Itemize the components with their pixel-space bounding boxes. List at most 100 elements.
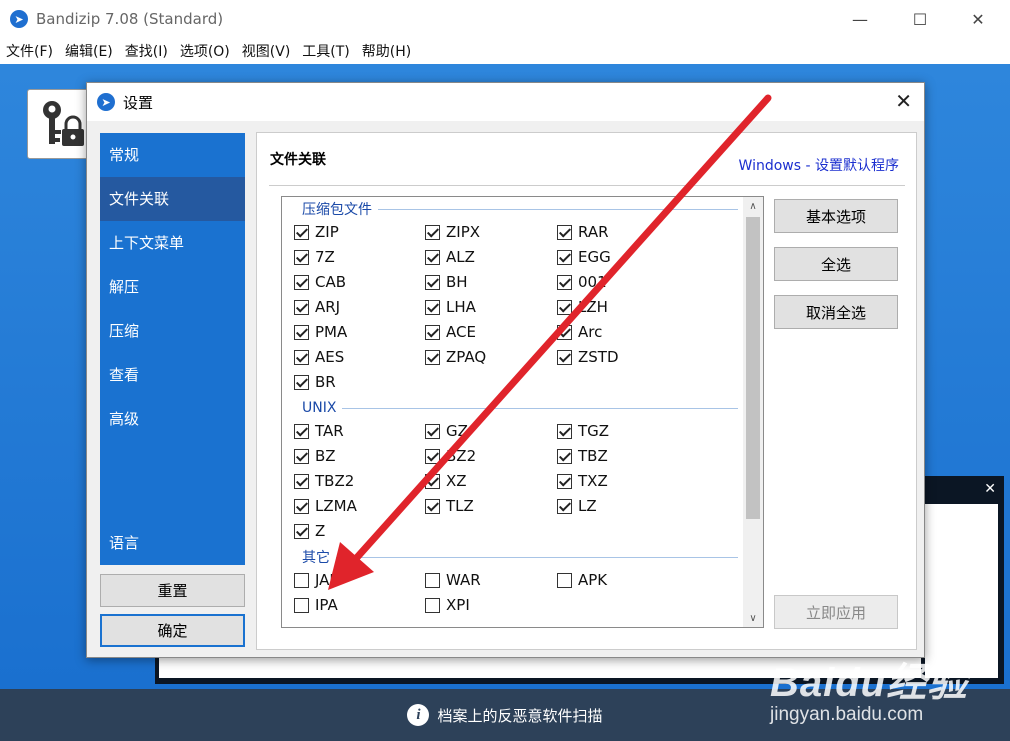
checkbox-checked-icon[interactable] [294, 299, 309, 315]
checkbox-unchecked-icon[interactable] [557, 572, 572, 588]
sidebar-item-general[interactable]: 常规 [100, 133, 245, 177]
extension-checkbox[interactable]: LZMA [294, 496, 357, 516]
extension-checkbox[interactable]: PMA [294, 322, 347, 342]
extension-checkbox[interactable]: BZ2 [425, 446, 476, 466]
extension-checkbox[interactable]: BH [425, 272, 468, 292]
maximize-button[interactable]: ☐ [894, 0, 946, 38]
basic-options-button[interactable]: 基本选项 [774, 199, 898, 233]
checkbox-checked-icon[interactable] [557, 448, 572, 464]
menu-edit[interactable]: 编辑(E) [65, 41, 113, 61]
extension-checkbox[interactable]: IPA [294, 595, 338, 615]
checkbox-checked-icon[interactable] [294, 473, 309, 489]
extension-checkbox[interactable]: TBZ2 [294, 471, 354, 491]
checkbox-checked-icon[interactable] [425, 349, 440, 365]
extension-checkbox[interactable]: ZSTD [557, 347, 619, 367]
extension-checkbox[interactable]: ALZ [425, 247, 475, 267]
checkbox-checked-icon[interactable] [294, 249, 309, 265]
sidebar-item-view[interactable]: 查看 [100, 353, 245, 397]
checkbox-checked-icon[interactable] [294, 448, 309, 464]
checkbox-checked-icon[interactable] [425, 324, 440, 340]
checkbox-checked-icon[interactable] [294, 498, 309, 514]
sidebar-item-extract[interactable]: 解压 [100, 265, 245, 309]
extension-checkbox[interactable]: TLZ [425, 496, 474, 516]
menu-view[interactable]: 视图(V) [242, 41, 291, 61]
checkbox-unchecked-icon[interactable] [425, 597, 440, 613]
checkbox-checked-icon[interactable] [557, 349, 572, 365]
checkbox-checked-icon[interactable] [294, 274, 309, 290]
checkbox-checked-icon[interactable] [425, 498, 440, 514]
checkbox-unchecked-icon[interactable] [294, 597, 309, 613]
menu-find[interactable]: 查找(I) [125, 41, 168, 61]
checkbox-checked-icon[interactable] [425, 423, 440, 439]
checkbox-checked-icon[interactable] [557, 224, 572, 240]
extension-checkbox[interactable]: ARJ [294, 297, 340, 317]
minimize-button[interactable]: — [834, 0, 886, 38]
extension-checkbox[interactable]: BZ [294, 446, 336, 466]
checkbox-checked-icon[interactable] [557, 498, 572, 514]
close-icon[interactable]: ✕ [984, 481, 996, 497]
checkbox-checked-icon[interactable] [425, 299, 440, 315]
checkbox-checked-icon[interactable] [425, 224, 440, 240]
extension-checkbox[interactable]: ACE [425, 322, 476, 342]
extension-checkbox[interactable]: Z [294, 521, 325, 541]
extension-checkbox[interactable]: TGZ [557, 421, 609, 441]
sidebar-item-compress[interactable]: 压缩 [100, 309, 245, 353]
ok-button[interactable]: 确定 [100, 614, 245, 647]
checkbox-checked-icon[interactable] [294, 224, 309, 240]
checkbox-checked-icon[interactable] [425, 249, 440, 265]
reset-button[interactable]: 重置 [100, 574, 245, 607]
extension-checkbox[interactable]: ZPAQ [425, 347, 486, 367]
extension-checkbox[interactable]: LZH [557, 297, 608, 317]
sidebar-item-file-association[interactable]: 文件关联 [100, 177, 245, 221]
deselect-all-button[interactable]: 取消全选 [774, 295, 898, 329]
checkbox-unchecked-icon[interactable] [294, 572, 309, 588]
checkbox-checked-icon[interactable] [294, 349, 309, 365]
extension-checkbox[interactable]: AES [294, 347, 344, 367]
extension-list[interactable]: 压缩包文件 ZIP ZIPX RAR 7Z ALZ EGG CAB BH 001 ARJ LHA LZH… [281, 196, 764, 628]
extension-checkbox[interactable]: GZ [425, 421, 468, 441]
extension-checkbox[interactable]: BR [294, 372, 336, 392]
windows-default-programs-link[interactable]: Windows - 设置默认程序 [739, 155, 899, 175]
extension-checkbox[interactable]: TXZ [557, 471, 608, 491]
menu-options[interactable]: 选项(O) [180, 41, 230, 61]
sidebar-item-language[interactable]: 语言 [100, 521, 139, 565]
checkbox-checked-icon[interactable] [557, 249, 572, 265]
extension-checkbox[interactable]: RAR [557, 222, 609, 242]
extension-checkbox[interactable]: TBZ [557, 446, 608, 466]
checkbox-checked-icon[interactable] [294, 423, 309, 439]
checkbox-checked-icon[interactable] [557, 274, 572, 290]
extension-checkbox[interactable]: XZ [425, 471, 467, 491]
extension-checkbox[interactable]: LHA [425, 297, 476, 317]
extension-checkbox[interactable]: ZIP [294, 222, 339, 242]
checkbox-checked-icon[interactable] [294, 523, 309, 539]
checkbox-checked-icon[interactable] [557, 423, 572, 439]
extension-checkbox[interactable]: ZIPX [425, 222, 480, 242]
sidebar-item-advanced[interactable]: 高级 [100, 397, 245, 441]
checkbox-checked-icon[interactable] [557, 324, 572, 340]
scroll-down-icon[interactable]: ∨ [743, 609, 763, 627]
checkbox-checked-icon[interactable] [294, 324, 309, 340]
extension-checkbox[interactable]: 7Z [294, 247, 335, 267]
menu-file[interactable]: 文件(F) [6, 41, 53, 61]
extension-checkbox[interactable]: WAR [425, 570, 481, 590]
menu-help[interactable]: 帮助(H) [362, 41, 411, 61]
extension-checkbox[interactable]: TAR [294, 421, 344, 441]
dialog-close-button[interactable]: ✕ [895, 89, 912, 113]
extension-checkbox[interactable]: XPI [425, 595, 470, 615]
scroll-thumb[interactable] [746, 217, 760, 519]
extension-checkbox[interactable]: CAB [294, 272, 346, 292]
scrollbar[interactable]: ∧ ∨ [743, 197, 763, 627]
checkbox-checked-icon[interactable] [557, 473, 572, 489]
checkbox-unchecked-icon[interactable] [425, 572, 440, 588]
menu-tools[interactable]: 工具(T) [302, 41, 349, 61]
extension-checkbox[interactable]: APK [557, 570, 607, 590]
extension-checkbox[interactable]: LZ [557, 496, 597, 516]
checkbox-checked-icon[interactable] [425, 473, 440, 489]
extension-checkbox[interactable]: EGG [557, 247, 611, 267]
apply-now-button[interactable]: 立即应用 [774, 595, 898, 629]
scroll-up-icon[interactable]: ∧ [743, 197, 763, 215]
extension-checkbox[interactable]: 001 [557, 272, 607, 292]
close-button[interactable]: ✕ [952, 0, 1004, 38]
checkbox-checked-icon[interactable] [425, 274, 440, 290]
extension-checkbox[interactable]: JAR [294, 570, 340, 590]
